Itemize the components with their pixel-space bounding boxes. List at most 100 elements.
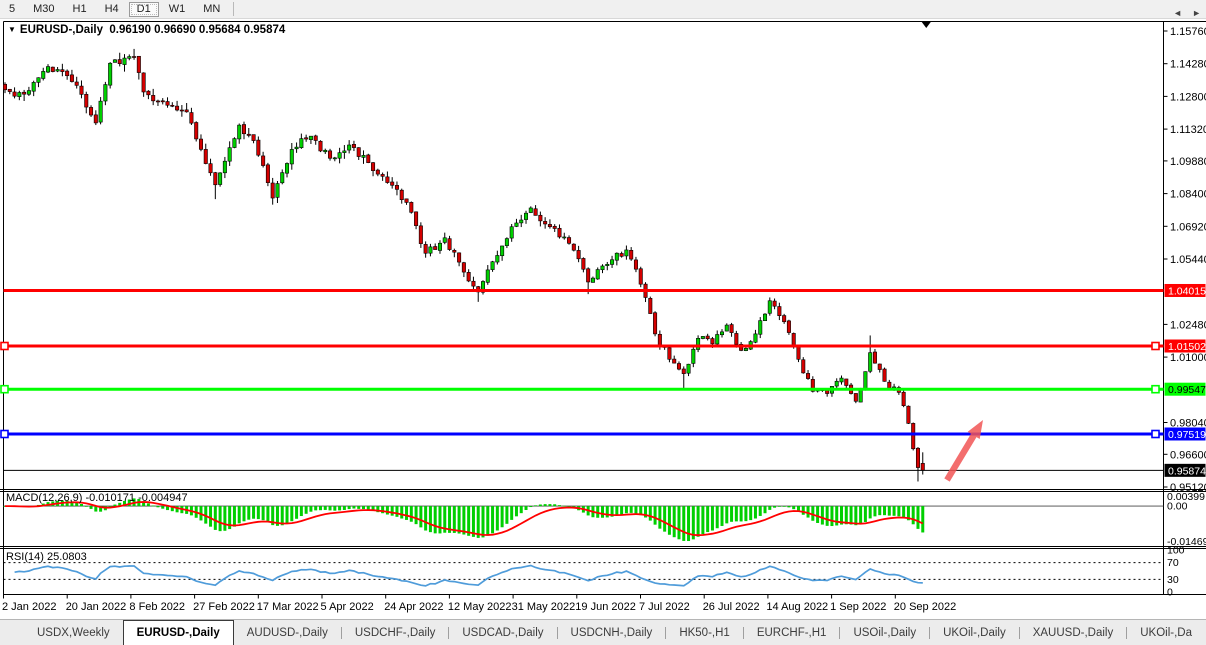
- candle-body: [300, 139, 303, 148]
- macd-histogram-bar: [525, 506, 528, 510]
- candle-body: [878, 364, 881, 370]
- chart-tab-xauusd-daily[interactable]: XAUUSD-,Daily: [1020, 620, 1127, 645]
- macd-histogram-bar: [821, 506, 824, 524]
- line-selection-marker[interactable]: [1, 343, 8, 350]
- candle-body: [787, 321, 790, 333]
- candle-body: [271, 183, 274, 198]
- candle-body: [357, 148, 360, 157]
- macd-histogram-bar: [701, 506, 704, 534]
- candle-body: [118, 60, 121, 64]
- chart-tab-audusd-daily[interactable]: AUDUSD-,Daily: [234, 620, 341, 645]
- candle-body: [85, 94, 88, 107]
- candle-body: [763, 314, 766, 321]
- macd-histogram-bar: [309, 506, 312, 512]
- macd-histogram-bar: [419, 506, 422, 527]
- macd-histogram-bar: [405, 506, 408, 520]
- macd-histogram-bar: [395, 506, 398, 517]
- macd-histogram-bar: [864, 506, 867, 522]
- date-axis-label: 2 Jan 2022: [2, 601, 56, 613]
- candle-body: [89, 107, 92, 115]
- candle-body: [744, 348, 747, 350]
- macd-histogram-bar: [649, 506, 652, 521]
- candle-body: [8, 89, 11, 91]
- timeframe-button-w1[interactable]: W1: [161, 2, 194, 17]
- macd-histogram-bar: [759, 506, 762, 516]
- candle-body: [720, 332, 723, 335]
- candle-body: [543, 221, 546, 224]
- price-axis-label: 1.15760: [1170, 26, 1206, 38]
- macd-histogram-bar: [606, 506, 609, 517]
- macd-histogram-bar: [362, 506, 365, 509]
- timeframe-button-m30[interactable]: M30: [25, 2, 62, 17]
- chart-tab-usoil-daily[interactable]: USOil-,Daily: [840, 620, 929, 645]
- macd-histogram-bar: [711, 506, 714, 530]
- chart-tab-hk50-h1[interactable]: HK50-,H1: [666, 620, 743, 645]
- line-selection-marker[interactable]: [1152, 430, 1159, 437]
- candle-body: [438, 243, 441, 250]
- candle-body: [429, 247, 432, 253]
- candle-body: [242, 125, 245, 134]
- candle-body: [252, 135, 255, 141]
- timeframe-button-mn[interactable]: MN: [195, 2, 228, 17]
- level-price-label: 1.04015: [1168, 285, 1206, 297]
- candle-body: [414, 212, 417, 226]
- chart-tab-ukoil-daily[interactable]: UKOil-,Daily: [930, 620, 1019, 645]
- macd-histogram-bar: [773, 506, 776, 508]
- candle-body: [778, 307, 781, 316]
- macd-histogram-bar: [735, 506, 738, 521]
- chart-tab-eurchf-h1[interactable]: EURCHF-,H1: [744, 620, 840, 645]
- collapse-triangle-icon[interactable]: ▼: [8, 25, 16, 34]
- macd-histogram-bar: [453, 506, 456, 533]
- macd-histogram-bar: [553, 504, 556, 506]
- macd-histogram-bar: [706, 506, 709, 532]
- line-selection-marker[interactable]: [1152, 386, 1159, 393]
- price-axis-label: 1.11320: [1170, 124, 1206, 136]
- chart-tab-usdcnh-daily[interactable]: USDCNH-,Daily: [558, 620, 666, 645]
- macd-histogram-bar: [505, 506, 508, 524]
- candle-body: [453, 250, 456, 252]
- candle-body: [615, 253, 618, 260]
- timeframe-button-5[interactable]: 5: [1, 2, 23, 17]
- macd-histogram-bar: [90, 506, 93, 509]
- candle-body: [410, 202, 413, 212]
- candle-body: [223, 161, 226, 173]
- macd-histogram-bar: [305, 506, 308, 514]
- chart-tab-usdchf-daily[interactable]: USDCHF-,Daily: [342, 620, 449, 645]
- macd-histogram-bar: [778, 506, 781, 507]
- candle-body: [735, 333, 738, 344]
- candle-body: [692, 349, 695, 363]
- chart-ohlc-readout: ▼EURUSD-,Daily 0.96190 0.96690 0.95684 0…: [8, 24, 285, 36]
- timeframe-button-h4[interactable]: H4: [97, 2, 127, 17]
- chart-tab-eurusd-daily[interactable]: EURUSD-,Daily: [123, 620, 234, 645]
- candle-body: [295, 147, 298, 149]
- candle-body: [725, 325, 728, 331]
- tab-scroll-right-icon[interactable]: ►: [1190, 7, 1203, 19]
- chart-canvas[interactable]: 1.157601.142801.128001.113201.098801.084…: [0, 0, 1206, 619]
- macd-histogram-bar: [687, 506, 690, 541]
- trend-arrow-annotation[interactable]: [944, 420, 983, 482]
- rsi-line: [15, 566, 923, 586]
- timeframe-button-h1[interactable]: H1: [65, 2, 95, 17]
- candle-body: [128, 57, 131, 59]
- macd-histogram-bar: [85, 506, 88, 507]
- macd-histogram-bar: [558, 505, 561, 506]
- chart-tab-usdcad-daily[interactable]: USDCAD-,Daily: [449, 620, 556, 645]
- chart-tab-ukoil-da[interactable]: UKOil-,Da: [1127, 620, 1205, 645]
- macd-histogram-bar: [357, 506, 360, 509]
- candle-body: [214, 173, 217, 185]
- candle-body: [80, 86, 83, 94]
- macd-histogram-bar: [563, 506, 566, 507]
- timeframe-button-d1[interactable]: D1: [129, 2, 159, 17]
- macd-axis-label: 0.00: [1167, 501, 1188, 513]
- macd-histogram-bar: [615, 506, 618, 515]
- macd-histogram-bar: [314, 506, 317, 510]
- macd-histogram-bar: [434, 506, 437, 533]
- candle-body: [175, 106, 178, 110]
- chart-tab-usdx-weekly[interactable]: USDX,Weekly: [24, 620, 123, 645]
- line-selection-marker[interactable]: [1, 386, 8, 393]
- candle-body: [367, 155, 370, 163]
- macd-histogram-bar: [324, 506, 327, 510]
- line-selection-marker[interactable]: [1152, 343, 1159, 350]
- line-selection-marker[interactable]: [1, 430, 8, 437]
- tab-scroll-left-icon[interactable]: ◄: [1171, 7, 1184, 19]
